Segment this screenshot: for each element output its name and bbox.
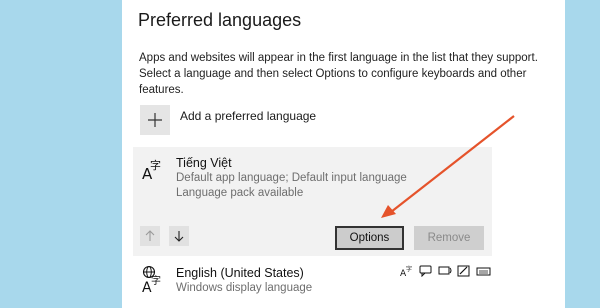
move-down-button[interactable] bbox=[169, 226, 189, 246]
language-name: English (United States) bbox=[176, 266, 304, 280]
language-globe-icon: A 字 bbox=[142, 265, 161, 295]
handwriting-icon bbox=[457, 265, 470, 277]
add-language-label[interactable]: Add a preferred language bbox=[180, 109, 316, 123]
right-background bbox=[565, 0, 600, 308]
options-button[interactable]: Options bbox=[335, 226, 404, 250]
language-detail: Default app language; Default input lang… bbox=[176, 172, 407, 184]
language-name: Tiếng Việt bbox=[176, 156, 232, 170]
plus-icon bbox=[148, 113, 162, 127]
text-to-speech-icon bbox=[438, 266, 452, 275]
language-detail: Windows display language bbox=[176, 282, 313, 294]
remove-button[interactable]: Remove bbox=[414, 226, 484, 250]
arrow-down-icon bbox=[174, 231, 184, 242]
display-language-icon: A 字 bbox=[400, 265, 412, 277]
svg-text:字: 字 bbox=[406, 265, 412, 273]
page-title: Preferred languages bbox=[138, 10, 302, 30]
svg-text:字: 字 bbox=[151, 274, 161, 287]
arrow-up-icon bbox=[145, 230, 155, 241]
svg-text:字: 字 bbox=[150, 158, 161, 172]
left-background bbox=[0, 0, 122, 308]
move-up-button[interactable] bbox=[140, 226, 160, 246]
add-language-button[interactable] bbox=[140, 105, 170, 135]
keyboard-icon bbox=[476, 267, 491, 276]
language-features: A 字 bbox=[400, 265, 491, 277]
section-description: Apps and websites will appear in the fir… bbox=[139, 52, 538, 96]
language-icon: A 字 bbox=[142, 158, 161, 183]
speech-icon bbox=[419, 265, 432, 277]
language-detail: Language pack available bbox=[176, 187, 304, 199]
